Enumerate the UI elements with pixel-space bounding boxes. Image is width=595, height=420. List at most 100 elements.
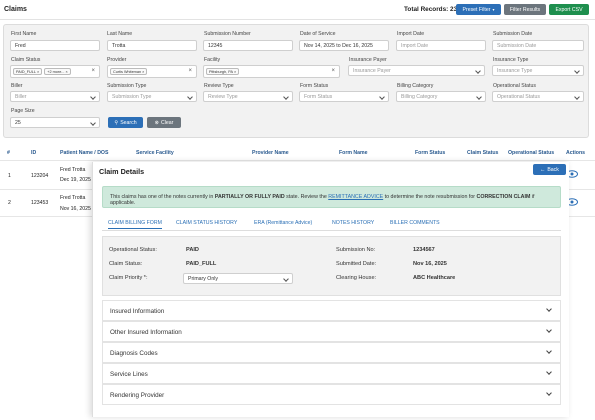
column-header-form-status[interactable]: Form Status bbox=[415, 150, 445, 156]
provider-label: Provider bbox=[107, 57, 127, 63]
tab-biller-comments[interactable]: BILLER COMMENTS bbox=[390, 220, 440, 226]
operational-status-label: Operational Status: bbox=[109, 247, 157, 253]
insurance-payer-label: Insurance Payer bbox=[349, 57, 387, 63]
alert-state: PARTIALLY OR FULLY PAID bbox=[214, 194, 285, 200]
accordion-title: Other Insured Information bbox=[110, 329, 182, 336]
clear-icon[interactable]: × bbox=[91, 68, 95, 74]
first-name-label: First Name bbox=[11, 31, 37, 37]
import-date-field[interactable]: Import Date bbox=[396, 40, 486, 51]
insurance-payer-select[interactable]: Insurance Payer bbox=[348, 65, 485, 76]
accordion-insured-information[interactable]: Insured Information bbox=[102, 300, 561, 321]
chevron-down-icon bbox=[546, 306, 552, 312]
operational-status-label: Operational Status bbox=[493, 83, 536, 89]
back-button[interactable]: ← Back bbox=[533, 164, 566, 175]
provider-chip[interactable]: Curtis Whiteman × bbox=[110, 68, 148, 75]
search-button[interactable]: ⚲ Search bbox=[108, 117, 143, 128]
provider-multiselect[interactable]: Curtis Whiteman × × bbox=[107, 65, 197, 78]
claim-priority-select[interactable]: Primary Only bbox=[183, 273, 293, 284]
chevron-down-icon bbox=[546, 369, 552, 375]
biller-select[interactable]: Biller bbox=[10, 91, 100, 102]
row-patient-name: Fred Trotta bbox=[60, 195, 86, 201]
remittance-advice-link[interactable]: REMITTANCE ADVICE bbox=[328, 194, 383, 200]
last-name-label: Last Name bbox=[107, 31, 133, 37]
column-header-form-name[interactable]: Form Name bbox=[339, 150, 368, 156]
accordion-title: Service Lines bbox=[110, 371, 148, 378]
operational-status-value: PAID bbox=[186, 247, 199, 253]
first-name-field[interactable]: Fred bbox=[10, 40, 100, 51]
claim-status-chip[interactable]: PAID_FULL × bbox=[13, 68, 43, 75]
drawer-title: Claim Details bbox=[99, 167, 145, 176]
page-header: Claims Total Records: 23 Preset Filter ▾… bbox=[0, 0, 595, 20]
chevron-down-icon bbox=[546, 390, 552, 396]
facility-label: Facility bbox=[204, 57, 221, 63]
preset-filter-label: Preset Filter bbox=[462, 6, 491, 13]
billing-category-select[interactable]: Billing Category bbox=[396, 91, 486, 102]
claim-status-label: Claim Status bbox=[11, 57, 41, 63]
date-of-service-field[interactable]: Nov 14, 2025 to Dec 16, 2025 bbox=[299, 40, 389, 51]
form-status-select[interactable]: Form Status bbox=[299, 91, 389, 102]
column-header-id[interactable]: ID bbox=[31, 150, 36, 156]
accordion-rendering-provider[interactable]: Rendering Provider bbox=[102, 384, 561, 405]
claim-status-more-chip[interactable]: +2 more... × bbox=[44, 68, 71, 75]
date-of-service-label: Date of Service bbox=[300, 31, 336, 37]
accordion-title: Insured Information bbox=[110, 308, 165, 315]
claim-priority-label: Claim Priority *: bbox=[109, 275, 148, 281]
accordion-title: Diagnosis Codes bbox=[110, 350, 158, 357]
column-header-operational-status[interactable]: Operational Status bbox=[508, 150, 554, 156]
row-patient-name: Fred Trotta bbox=[60, 167, 86, 173]
submission-type-select[interactable]: Submission Type bbox=[107, 91, 197, 102]
clearing-house-label: Clearing House: bbox=[336, 275, 377, 281]
insurance-type-select[interactable]: Insurance Type bbox=[492, 65, 584, 76]
clear-button-label: Clear bbox=[160, 119, 174, 126]
divider bbox=[0, 160, 595, 161]
preset-filter-button[interactable]: Preset Filter ▾ bbox=[456, 4, 501, 15]
review-type-select[interactable]: Review Type bbox=[203, 91, 293, 102]
column-header-num: # bbox=[7, 150, 10, 156]
clear-filter-icon: ⊗ bbox=[154, 119, 159, 126]
column-header-claim-status[interactable]: Claim Status bbox=[467, 150, 498, 156]
column-header-provider[interactable]: Provider Name bbox=[252, 150, 289, 156]
claim-status-multiselect[interactable]: PAID_FULL × +2 more... × × bbox=[10, 65, 100, 78]
submitted-date-label: Submitted Date: bbox=[336, 261, 377, 267]
submission-date-label: Submission Date bbox=[493, 31, 533, 37]
alert-action: CORRECTION CLAIM bbox=[476, 194, 531, 200]
submitted-date-value: Nov 16, 2025 bbox=[413, 261, 447, 267]
tab-claim-status-history[interactable]: CLAIM STATUS HISTORY bbox=[176, 220, 237, 226]
page-size-label: Page Size bbox=[11, 108, 35, 114]
accordion-other-insured-information[interactable]: Other Insured Information bbox=[102, 321, 561, 342]
search-button-label: Search bbox=[120, 119, 137, 126]
clear-icon[interactable]: × bbox=[331, 68, 335, 74]
submission-no-label: Submission No: bbox=[336, 247, 376, 253]
accordion-diagnosis-codes[interactable]: Diagnosis Codes bbox=[102, 342, 561, 363]
last-name-field[interactable]: Trotta bbox=[107, 40, 197, 51]
submission-type-label: Submission Type bbox=[107, 83, 147, 89]
export-csv-button[interactable]: Export CSV bbox=[549, 4, 589, 15]
tab-notes-history[interactable]: NOTES HISTORY bbox=[332, 220, 374, 226]
accordion-service-lines[interactable]: Service Lines bbox=[102, 363, 561, 384]
chevron-down-icon bbox=[546, 327, 552, 333]
review-type-label: Review Type bbox=[204, 83, 234, 89]
paid-claim-alert: This claims has one of the notes current… bbox=[102, 186, 561, 208]
chevron-down-icon bbox=[546, 348, 552, 354]
submission-number-field[interactable]: 12345 bbox=[203, 40, 293, 51]
chevron-down-icon: ▾ bbox=[492, 7, 495, 12]
tab-era[interactable]: ERA (Remittance Advice) bbox=[254, 220, 312, 226]
row-id: 123453 bbox=[31, 200, 49, 206]
alert-text: state. Review the bbox=[284, 194, 329, 200]
tab-claim-billing-form[interactable]: CLAIM BILLING FORM bbox=[108, 220, 162, 229]
row-dos: Dec 19, 2025 bbox=[60, 177, 91, 183]
operational-status-select[interactable]: Operational Status bbox=[492, 91, 584, 102]
clear-icon[interactable]: × bbox=[188, 68, 192, 74]
page-size-select[interactable]: 25 bbox=[10, 117, 100, 128]
clear-button[interactable]: ⊗ Clear bbox=[147, 117, 181, 128]
alert-text: to determine the note resubmission for bbox=[383, 194, 477, 200]
claim-detail-tabs: CLAIM BILLING FORM CLAIM STATUS HISTORY … bbox=[102, 216, 561, 231]
column-header-patient[interactable]: Patient Name / DOS bbox=[60, 150, 108, 156]
filter-results-button[interactable]: Filter Results bbox=[504, 4, 546, 15]
facility-chip[interactable]: Pittsburgh, PA × bbox=[206, 68, 240, 75]
claim-status-label: Claim Status: bbox=[109, 261, 143, 267]
back-button-label: Back bbox=[547, 166, 559, 173]
facility-multiselect[interactable]: Pittsburgh, PA × × bbox=[203, 65, 340, 78]
submission-date-field[interactable]: Submission Date bbox=[492, 40, 584, 51]
column-header-facility[interactable]: Service Facility bbox=[136, 150, 174, 156]
